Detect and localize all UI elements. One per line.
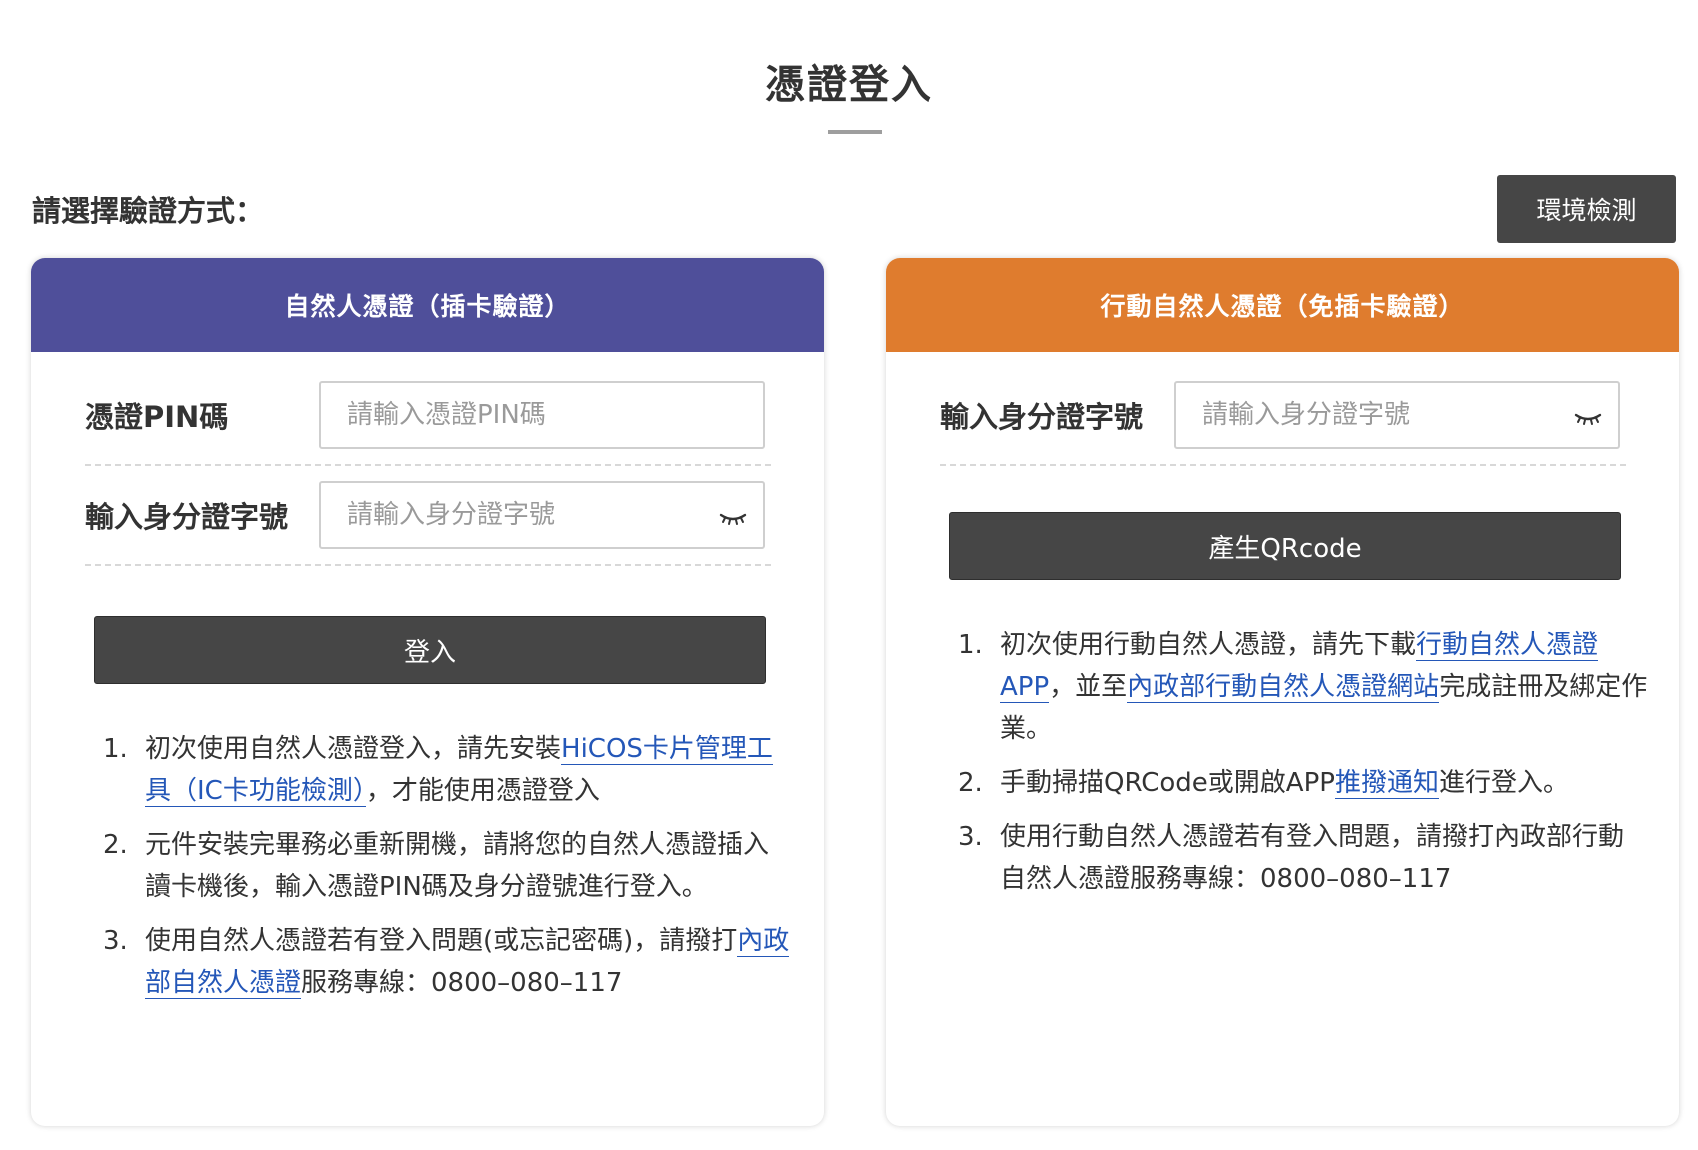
pin-input-wrapper bbox=[319, 381, 765, 449]
list-item: 2. 元件安裝完畢務必重新開機，請將您的自然人憑證插入讀卡機後，輸入憑證PIN碼… bbox=[103, 830, 770, 902]
eye-closed-icon[interactable] bbox=[713, 497, 753, 537]
list-item: 3. 使用行動自然人憑證若有登入問題，請撥打內政部行動自然人憑證服務專線：080… bbox=[958, 822, 1625, 894]
mobile-certificate-notes: 1. 初次使用行動自然人憑證，請先下載行動自然人憑證APP，並至內政部行動自然人… bbox=[958, 624, 1648, 912]
pin-label: 憑證PIN碼 bbox=[85, 400, 229, 434]
page-title: 憑證登入 bbox=[765, 62, 933, 108]
mobile-id-field-row: 輸入身分證字號 bbox=[940, 366, 1626, 466]
card-header-citizen-certificate: 自然人憑證（插卡驗證） bbox=[31, 258, 824, 352]
choose-method-label: 請選擇驗證方式： bbox=[32, 194, 265, 228]
mobile-id-number-label: 輸入身分證字號 bbox=[940, 400, 1144, 434]
eye-closed-icon[interactable] bbox=[1568, 397, 1608, 437]
list-item: 2. 手動掃描QRCode或開啟APP推撥通知進行登入。 bbox=[958, 768, 1569, 799]
list-item: 3. 使用自然人憑證若有登入問題(或忘記密碼)，請撥打內政部自然人憑證服務專線：… bbox=[103, 926, 790, 999]
moi-mobile-certificate-site-link[interactable]: 內政部行動自然人憑證網站 bbox=[1127, 672, 1440, 703]
title-underline bbox=[828, 130, 882, 134]
card-mobile-citizen-certificate: 行動自然人憑證（免插卡驗證） 輸入身分證字號 產生QRcode 1. 初次使用行… bbox=[886, 258, 1679, 1126]
push-notification-link[interactable]: 推撥通知 bbox=[1334, 768, 1439, 799]
mobile-id-number-input-wrapper bbox=[1174, 381, 1620, 449]
id-number-label: 輸入身分證字號 bbox=[85, 500, 289, 534]
card-citizen-certificate: 自然人憑證（插卡驗證） 憑證PIN碼 輸入身分證字號 登入 1. 初次使用自然人… bbox=[31, 258, 824, 1126]
id-number-input[interactable] bbox=[321, 483, 763, 547]
card-header-mobile-certificate: 行動自然人憑證（免插卡驗證） bbox=[886, 258, 1679, 352]
pin-input[interactable] bbox=[321, 383, 763, 447]
id-field-row: 輸入身分證字號 bbox=[85, 466, 771, 566]
list-item: 1. 初次使用自然人憑證登入，請先安裝HiCOS卡片管理工具（IC卡功能檢測），… bbox=[103, 734, 773, 807]
environment-check-button[interactable]: 環境檢測 bbox=[1497, 175, 1676, 243]
login-button[interactable]: 登入 bbox=[94, 616, 766, 684]
list-item: 1. 初次使用行動自然人憑證，請先下載行動自然人憑證APP，並至內政部行動自然人… bbox=[958, 630, 1648, 744]
pin-field-row: 憑證PIN碼 bbox=[85, 366, 771, 466]
generate-qrcode-button[interactable]: 產生QRcode bbox=[949, 512, 1621, 580]
id-number-input-wrapper bbox=[319, 481, 765, 549]
citizen-certificate-notes: 1. 初次使用自然人憑證登入，請先安裝HiCOS卡片管理工具（IC卡功能檢測），… bbox=[103, 728, 793, 1016]
mobile-id-number-input[interactable] bbox=[1176, 383, 1618, 447]
